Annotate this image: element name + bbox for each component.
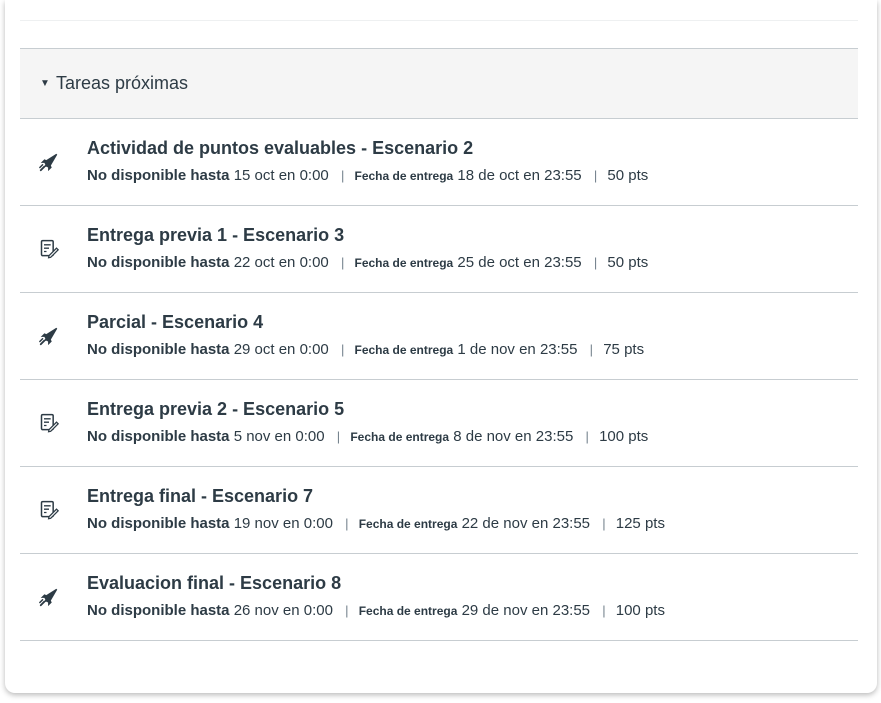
points-value: 75 pts: [603, 341, 645, 358]
separator: |: [589, 342, 594, 357]
previous-section-divider: [20, 0, 858, 21]
unavailable-value: 15 oct en 0:00: [233, 167, 329, 184]
unavailable-value: 26 nov en 0:00: [233, 602, 333, 619]
unavailable-value: 22 oct en 0:00: [233, 254, 329, 271]
assignment-row[interactable]: Parcial - Escenario 4 No disponible hast…: [20, 293, 858, 380]
separator: |: [585, 429, 589, 444]
due-value: 1 de nov en 23:55: [457, 341, 578, 358]
assignment-details: No disponible hasta 5 nov en 0:00 | Fech…: [87, 428, 648, 445]
due-label: Fecha de entrega: [354, 343, 454, 357]
assignment-icon: [36, 236, 62, 262]
separator: |: [345, 603, 349, 618]
upcoming-assignments-section: ▼ Tareas próximas Actividad de puntos ev…: [20, 48, 858, 641]
assignment-row[interactable]: Evaluacion final - Escenario 8 No dispon…: [20, 554, 858, 641]
points-value: 50 pts: [607, 254, 649, 271]
separator: |: [602, 603, 606, 618]
assignment-icon: [36, 410, 62, 436]
assignment-details: No disponible hasta 26 nov en 0:00 | Fec…: [87, 602, 665, 619]
assignment-row[interactable]: Entrega final - Escenario 7 No disponibl…: [20, 467, 858, 554]
caret-down-icon: ▼: [40, 78, 50, 89]
unavailable-label: No disponible hasta: [87, 428, 230, 445]
unavailable-value: 19 nov en 0:00: [233, 515, 333, 532]
quiz-rocket-icon: [36, 323, 62, 349]
quiz-rocket-icon: [36, 149, 62, 175]
separator: |: [602, 516, 606, 531]
unavailable-label: No disponible hasta: [87, 254, 230, 271]
due-label: Fecha de entrega: [354, 256, 454, 270]
assignment-title[interactable]: Actividad de puntos evaluables - Escenar…: [87, 138, 473, 159]
assignment-title[interactable]: Entrega previa 1 - Escenario 3: [87, 225, 344, 246]
due-label: Fecha de entrega: [358, 604, 458, 618]
points-value: 100 pts: [615, 602, 665, 619]
unavailable-label: No disponible hasta: [87, 602, 230, 619]
unavailable-label: No disponible hasta: [87, 341, 230, 358]
assignment-title[interactable]: Entrega previa 2 - Escenario 5: [87, 399, 344, 420]
modules-card: ▼ Tareas próximas Actividad de puntos ev…: [5, 0, 877, 693]
assignment-row[interactable]: Entrega previa 2 - Escenario 5 No dispon…: [20, 380, 858, 467]
assignment-details: No disponible hasta 22 oct en 0:00 | Fec…: [87, 254, 648, 271]
assignment-list: Actividad de puntos evaluables - Escenar…: [20, 119, 858, 641]
points-value: 100 pts: [599, 428, 649, 445]
unavailable-value: 29 oct en 0:00: [233, 341, 329, 358]
separator: |: [593, 255, 598, 270]
separator: |: [340, 342, 345, 357]
unavailable-value: 5 nov en 0:00: [233, 428, 325, 445]
assignment-details: No disponible hasta 15 oct en 0:00 | Fec…: [87, 167, 648, 184]
assignment-title[interactable]: Evaluacion final - Escenario 8: [87, 573, 341, 594]
due-value: 29 de nov en 23:55: [461, 602, 591, 619]
separator: |: [593, 168, 598, 183]
unavailable-label: No disponible hasta: [87, 167, 230, 184]
assignment-row[interactable]: Actividad de puntos evaluables - Escenar…: [20, 119, 858, 206]
due-value: 18 de oct en 23:55: [457, 167, 582, 184]
assignment-details: No disponible hasta 29 oct en 0:00 | Fec…: [87, 341, 644, 358]
points-value: 125 pts: [615, 515, 665, 532]
section-header-toggle[interactable]: ▼ Tareas próximas: [20, 48, 858, 119]
due-value: 8 de nov en 23:55: [453, 428, 574, 445]
separator: |: [336, 429, 341, 444]
separator: |: [345, 516, 349, 531]
due-value: 22 de nov en 23:55: [461, 515, 591, 532]
due-label: Fecha de entrega: [354, 169, 454, 183]
due-label: Fecha de entrega: [358, 517, 458, 531]
assignment-title[interactable]: Entrega final - Escenario 7: [87, 486, 313, 507]
assignment-icon: [36, 497, 62, 523]
assignment-row[interactable]: Entrega previa 1 - Escenario 3 No dispon…: [20, 206, 858, 293]
separator: |: [340, 255, 345, 270]
points-value: 50 pts: [607, 167, 649, 184]
assignment-title[interactable]: Parcial - Escenario 4: [87, 312, 263, 333]
due-value: 25 de oct en 23:55: [457, 254, 582, 271]
section-title: Tareas próximas: [56, 73, 189, 93]
quiz-rocket-icon: [36, 584, 62, 610]
assignment-details: No disponible hasta 19 nov en 0:00 | Fec…: [87, 515, 665, 532]
due-label: Fecha de entrega: [350, 430, 450, 444]
unavailable-label: No disponible hasta: [87, 515, 230, 532]
separator: |: [340, 168, 345, 183]
